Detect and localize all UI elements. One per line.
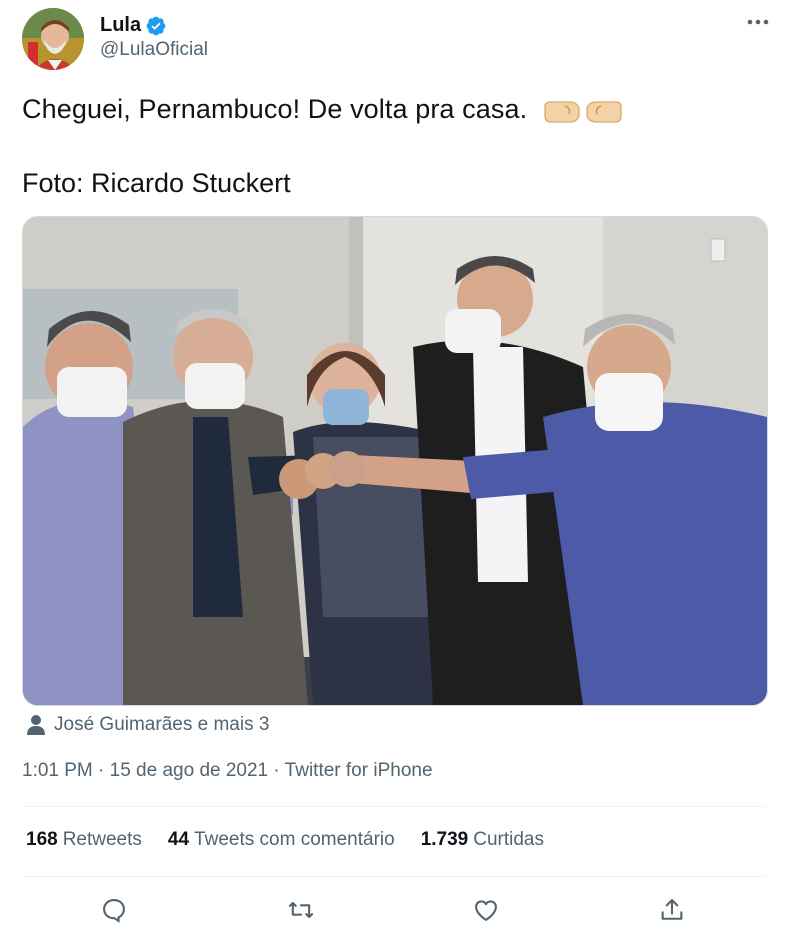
- retweets-label: Retweets: [62, 829, 142, 850]
- tweet-photo[interactable]: [22, 216, 768, 706]
- retweets-count: 168: [26, 829, 58, 850]
- tweet-actions: [22, 890, 766, 930]
- retweet-icon: [288, 901, 314, 919]
- tweet-text-line1: Cheguei, Pernambuco! De volta pra casa.: [22, 94, 623, 125]
- share-button[interactable]: [652, 890, 692, 930]
- likes-count: 1.739: [420, 829, 469, 850]
- likes-label: Curtidas: [473, 829, 544, 850]
- quote-tweets-label: Tweets com comentário: [194, 829, 395, 850]
- tagged-users[interactable]: José Guimarães e mais 3: [26, 714, 269, 736]
- tweet-text: Cheguei, Pernambuco! De volta pra casa.: [22, 94, 528, 124]
- like-icon: [475, 900, 497, 921]
- fist-bump-emoji-icon: [544, 101, 622, 123]
- divider: [22, 876, 766, 877]
- author-handle[interactable]: @LulaOficial: [100, 39, 208, 61]
- tweet: Lula @LulaOficial Cheguei, Pernambuco! D…: [0, 0, 799, 945]
- person-icon: [27, 715, 45, 735]
- quote-tweets-stat[interactable]: 44 Tweets com comentário: [168, 829, 395, 851]
- tweet-header: Lula @LulaOficial: [22, 6, 772, 70]
- author-name-row: Lula: [100, 14, 167, 37]
- share-icon: [661, 899, 683, 920]
- retweets-stat[interactable]: 168 Retweets: [26, 829, 142, 851]
- group-photo-image: [23, 217, 767, 705]
- avatar[interactable]: [22, 8, 84, 70]
- reply-button[interactable]: [94, 890, 134, 930]
- verified-badge-icon: [146, 16, 166, 35]
- divider: [22, 806, 766, 807]
- engagement-stats: 168 Retweets 44 Tweets com comentário 1.73…: [26, 829, 570, 851]
- quote-tweets-count: 44: [167, 829, 190, 850]
- like-button[interactable]: [466, 890, 506, 930]
- likes-stat[interactable]: 1.739 Curtidas: [421, 829, 544, 851]
- reply-icon: [103, 899, 125, 923]
- tweet-photo-credit: Foto: Ricardo Stuckert: [22, 168, 291, 198]
- tagged-text: José Guimarães e mais 3: [54, 714, 270, 735]
- more-options-icon[interactable]: [744, 12, 772, 32]
- tweet-meta[interactable]: 1:01 PM · 15 de ago de 2021 · Twitter fo…: [22, 760, 433, 782]
- retweet-button[interactable]: [281, 890, 321, 930]
- author-name[interactable]: Lula: [100, 14, 141, 37]
